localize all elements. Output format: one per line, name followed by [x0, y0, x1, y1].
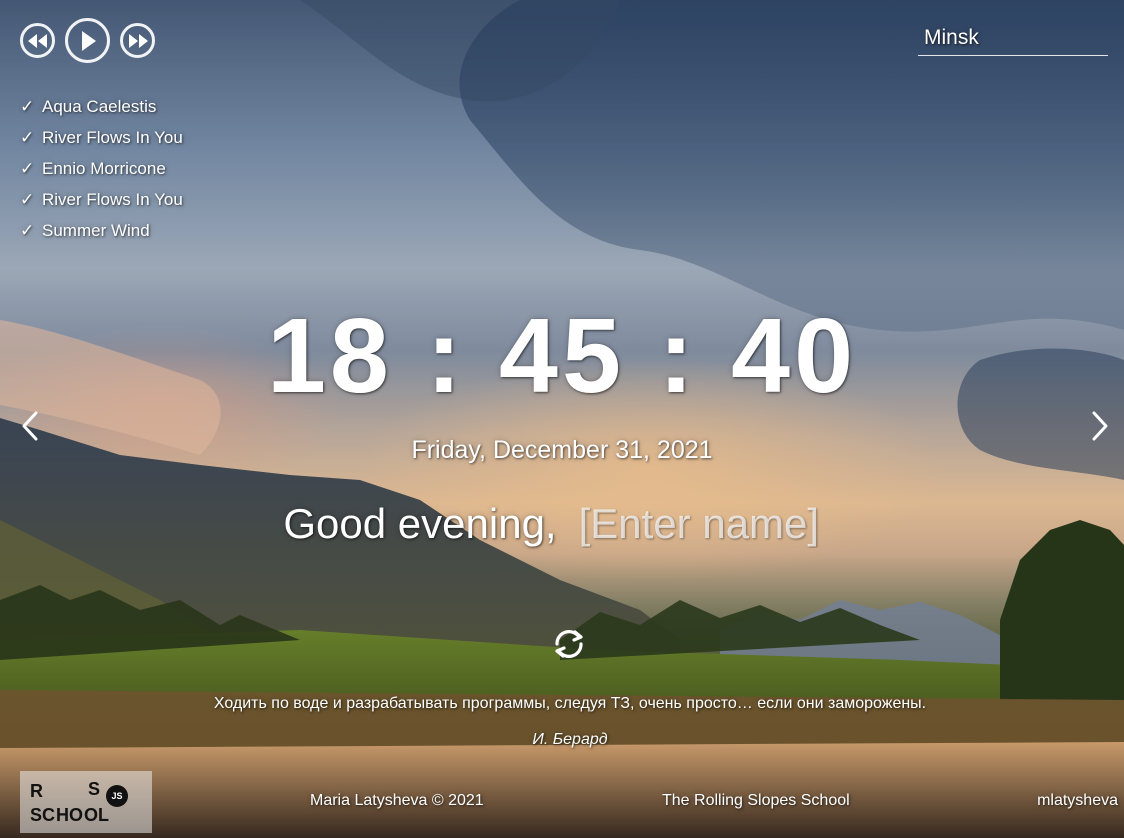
- playlist-item[interactable]: ✓ River Flows In You: [20, 190, 183, 221]
- github-link[interactable]: mlatysheva: [1037, 792, 1118, 810]
- track-title: Aqua Caelestis: [42, 97, 157, 116]
- playlist: ✓ Aqua Caelestis ✓ River Flows In You ✓ …: [20, 97, 183, 252]
- greeting-text: Good evening,: [283, 500, 557, 547]
- refresh-icon: [555, 630, 583, 658]
- check-icon: ✓: [20, 221, 35, 241]
- clock-time: 18 : 45 : 40: [266, 297, 858, 415]
- playlist-item[interactable]: ✓ Summer Wind: [20, 221, 183, 252]
- rewind-icon: [27, 33, 47, 48]
- logo-letter-s: S: [88, 779, 101, 799]
- playlist-item[interactable]: ✓ Aqua Caelestis: [20, 97, 183, 128]
- track-title: River Flows In You: [42, 190, 183, 209]
- play-icon: [81, 30, 96, 51]
- playlist-item[interactable]: ✓ River Flows In You: [20, 128, 183, 159]
- playlist-item[interactable]: ✓ Ennio Morricone: [20, 159, 183, 190]
- check-icon: ✓: [20, 97, 35, 117]
- check-icon: ✓: [20, 159, 35, 179]
- quote-text: Ходить по воде и разрабатывать программы…: [213, 695, 927, 712]
- name-input[interactable]: [578, 500, 841, 548]
- quote-author: И. Берард: [532, 731, 608, 748]
- change-quote-button[interactable]: [549, 624, 589, 664]
- logo-letter-r: R: [30, 781, 43, 801]
- rs-school-logo[interactable]: R S SC HO OL JS: [20, 771, 152, 833]
- logo-js-badge: JS: [106, 785, 128, 807]
- greeting-container: Good evening,: [0, 500, 1124, 548]
- clock-date: Friday, December 31, 2021: [411, 436, 713, 464]
- track-title: River Flows In You: [42, 128, 183, 147]
- previous-track-button[interactable]: [20, 23, 55, 58]
- check-icon: ✓: [20, 190, 35, 210]
- player-controls: [20, 18, 155, 63]
- city-input[interactable]: [918, 20, 1108, 56]
- momentum-app: ✓ Aqua Caelestis ✓ River Flows In You ✓ …: [0, 0, 1124, 838]
- track-title: Summer Wind: [42, 221, 150, 240]
- school-link[interactable]: The Rolling Slopes School: [662, 792, 850, 810]
- copyright-link[interactable]: Maria Latysheva © 2021: [310, 792, 484, 810]
- check-icon: ✓: [20, 128, 35, 148]
- next-track-button[interactable]: [120, 23, 155, 58]
- logo-school-text: SC HO OL: [30, 805, 110, 825]
- fast-forward-icon: [128, 33, 148, 48]
- play-button[interactable]: [65, 18, 110, 63]
- track-title: Ennio Morricone: [42, 159, 166, 178]
